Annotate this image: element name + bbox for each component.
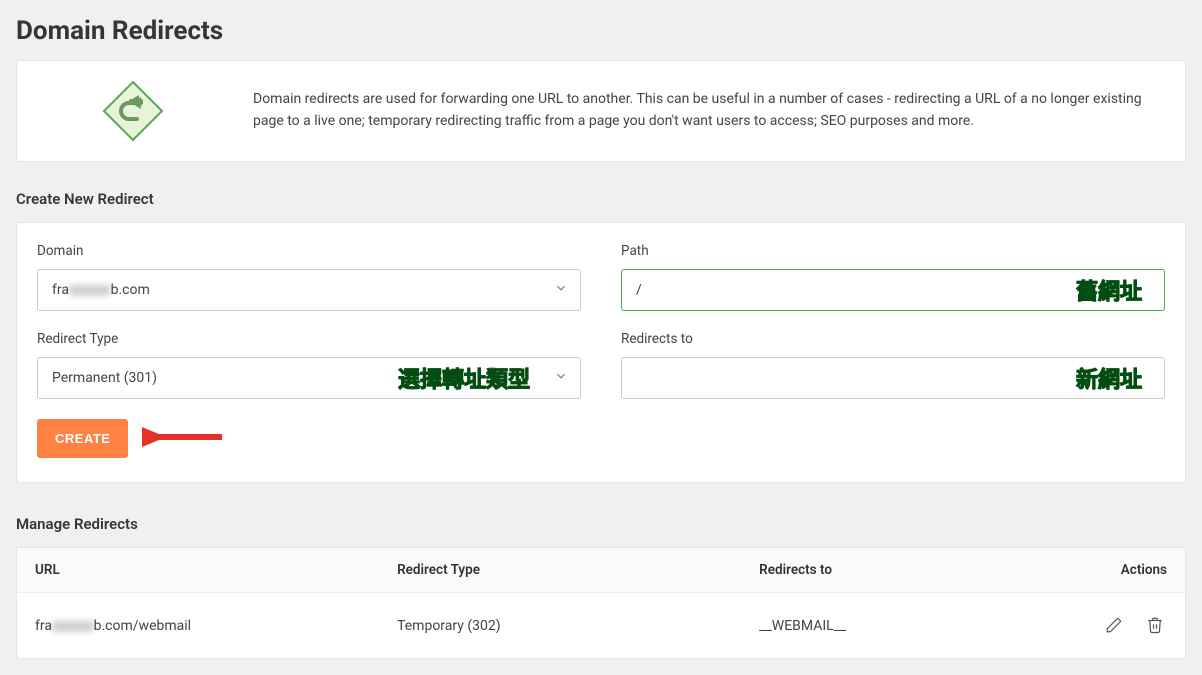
- create-button[interactable]: CREATE: [37, 419, 128, 458]
- domain-value-obscured: xxxxxx: [69, 282, 111, 298]
- domain-field: Domain fraxxxxxxb.com: [37, 243, 581, 311]
- redirect-type-annotation: 選擇轉址類型: [398, 362, 530, 394]
- col-actions: Actions: [1045, 548, 1185, 593]
- domain-value-suffix: b.com: [111, 282, 150, 298]
- chevron-down-icon: [554, 281, 568, 299]
- domain-select[interactable]: fraxxxxxxb.com: [37, 269, 581, 311]
- redirect-icon: [43, 79, 223, 143]
- redirects-to-annotation: 新網址: [1076, 362, 1142, 394]
- redirects-to-input[interactable]: 新網址: [621, 357, 1165, 399]
- create-section-title: Create New Redirect: [16, 190, 1186, 208]
- cell-url: fraxxxxxxb.com/webmail: [17, 593, 379, 659]
- domain-value-prefix: fra: [52, 282, 69, 298]
- cell-url-prefix: fra: [35, 618, 52, 634]
- intro-card: Domain redirects are used for forwarding…: [16, 60, 1186, 162]
- arrow-annotation-icon: [142, 422, 228, 456]
- cell-to: __WEBMAIL__: [741, 593, 1045, 659]
- col-to: Redirects to: [741, 548, 1045, 593]
- cell-actions: [1045, 593, 1185, 659]
- redirects-to-label: Redirects to: [621, 331, 1165, 347]
- domain-label: Domain: [37, 243, 581, 259]
- redirect-type-field: Redirect Type Permanent (301) 選擇轉址類型: [37, 331, 581, 399]
- path-input[interactable]: / 舊網址: [621, 269, 1165, 311]
- trash-icon[interactable]: [1143, 613, 1167, 637]
- redirects-table: URL Redirect Type Redirects to Actions f…: [17, 548, 1185, 658]
- cell-type: Temporary (302): [379, 593, 741, 659]
- edit-icon[interactable]: [1102, 613, 1126, 637]
- redirect-type-select[interactable]: Permanent (301) 選擇轉址類型: [37, 357, 581, 399]
- path-annotation: 舊網址: [1076, 274, 1142, 306]
- redirects-to-field: Redirects to 新網址: [621, 331, 1165, 399]
- col-type: Redirect Type: [379, 548, 741, 593]
- cell-url-suffix: b.com/webmail: [94, 618, 191, 634]
- path-label: Path: [621, 243, 1165, 259]
- create-form: Domain fraxxxxxxb.com Path / 舊網址 Redirec…: [16, 222, 1186, 483]
- page-title: Domain Redirects: [16, 16, 1186, 46]
- manage-section-title: Manage Redirects: [16, 515, 1186, 533]
- table-row: fraxxxxxxb.com/webmail Temporary (302) _…: [17, 593, 1185, 659]
- intro-text: Domain redirects are used for forwarding…: [253, 89, 1159, 132]
- redirect-type-value: Permanent (301): [52, 370, 157, 386]
- cell-url-obscured: xxxxxx: [52, 618, 94, 634]
- col-url: URL: [17, 548, 379, 593]
- chevron-down-icon: [554, 369, 568, 387]
- path-field: Path / 舊網址: [621, 243, 1165, 311]
- path-value: /: [636, 282, 642, 298]
- manage-table-card: URL Redirect Type Redirects to Actions f…: [16, 547, 1186, 659]
- redirect-type-label: Redirect Type: [37, 331, 581, 347]
